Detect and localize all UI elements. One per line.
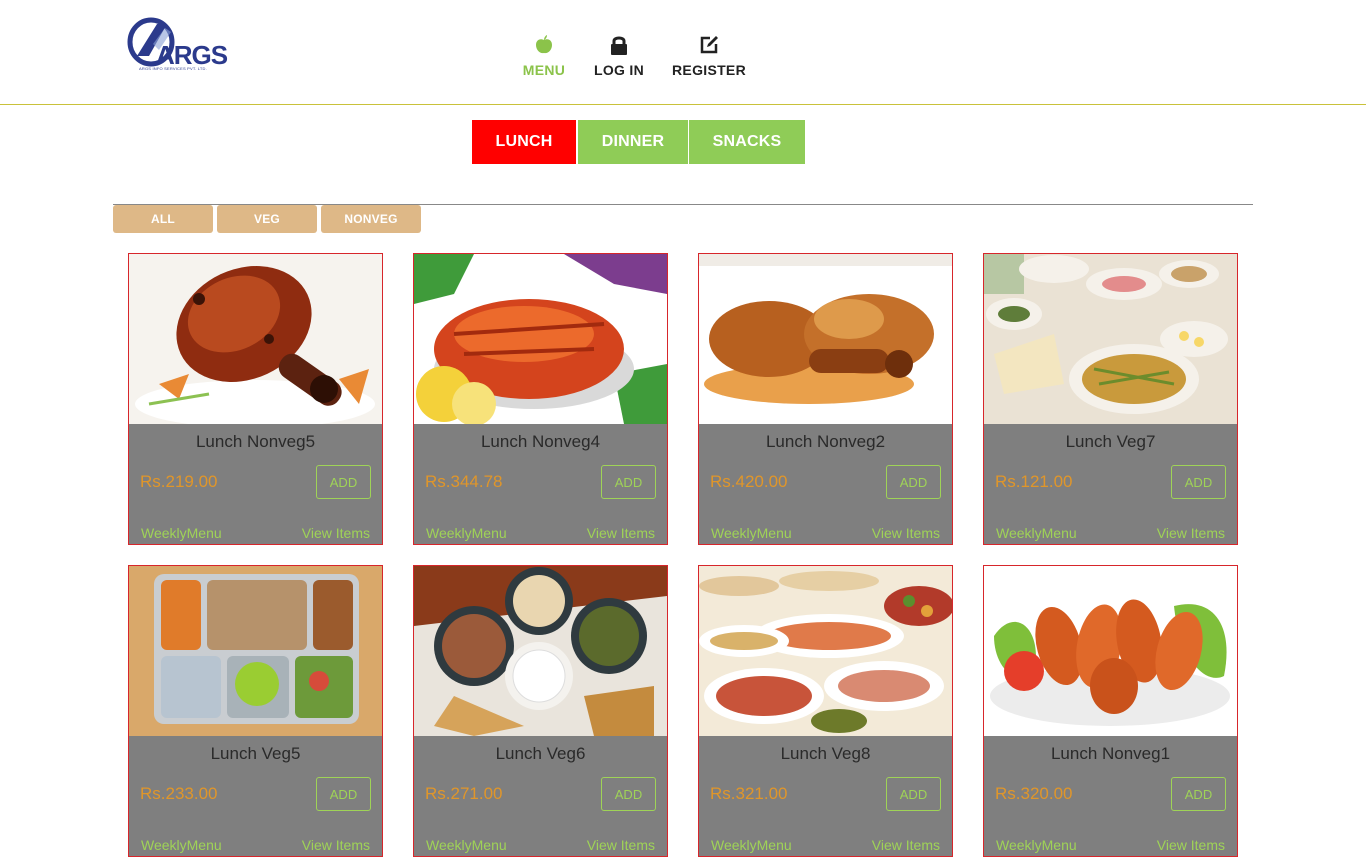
view-items-link[interactable]: View Items: [587, 525, 655, 541]
food-image-buffet: [984, 254, 1237, 424]
add-button[interactable]: ADD: [601, 777, 656, 811]
add-button[interactable]: ADD: [316, 465, 371, 499]
logo[interactable]: ARGS ARGS INFO SERVICES PVT. LTD.: [127, 14, 229, 74]
food-image-catering-spread: [699, 566, 952, 736]
menu-item-card: Lunch Nonveg4 Rs.344.78 ADD WeeklyMenu V…: [413, 253, 668, 545]
view-items-link[interactable]: View Items: [872, 837, 940, 853]
apple-icon: [533, 34, 555, 56]
food-image-lunch-tray: [129, 566, 382, 736]
nav-login[interactable]: LOG IN: [592, 34, 646, 84]
item-price: Rs.420.00: [710, 472, 788, 491]
food-image-tandoori-leg: [129, 254, 382, 424]
food-image-thali: [414, 566, 667, 736]
item-price: Rs.344.78: [425, 472, 503, 491]
site-header: ARGS ARGS INFO SERVICES PVT. LTD. MENU L…: [0, 0, 1366, 105]
tab-dinner[interactable]: DINNER: [578, 120, 688, 164]
menu-item-card: Lunch Veg5 Rs.233.00 ADD WeeklyMenu View…: [128, 565, 383, 857]
filter-veg-button[interactable]: VEG: [217, 205, 317, 233]
lock-icon: [608, 34, 630, 56]
weekly-menu-link[interactable]: WeeklyMenu: [141, 525, 222, 541]
food-image-tandoori-plate: [414, 254, 667, 424]
add-button[interactable]: ADD: [601, 465, 656, 499]
nav-register[interactable]: REGISTER: [672, 34, 746, 84]
menu-item-card: Lunch Veg6 Rs.271.00 ADD WeeklyMenu View…: [413, 565, 668, 857]
menu-item-card: Lunch Veg7 Rs.121.00 ADD WeeklyMenu View…: [983, 253, 1238, 545]
item-price: Rs.271.00: [425, 784, 503, 803]
view-items-link[interactable]: View Items: [587, 837, 655, 853]
item-price: Rs.219.00: [140, 472, 218, 491]
nav-menu-label: MENU: [522, 62, 566, 78]
nav-register-label: REGISTER: [672, 62, 746, 78]
weekly-menu-link[interactable]: WeeklyMenu: [141, 837, 222, 853]
item-price: Rs.320.00: [995, 784, 1073, 803]
filter-all-button[interactable]: ALL: [113, 205, 213, 233]
view-items-link[interactable]: View Items: [872, 525, 940, 541]
item-name: Lunch Veg8: [780, 744, 871, 763]
tab-snacks[interactable]: SNACKS: [689, 120, 805, 164]
tab-lunch[interactable]: LUNCH: [472, 120, 576, 164]
nav-login-label: LOG IN: [593, 62, 645, 78]
weekly-menu-link[interactable]: WeeklyMenu: [711, 525, 792, 541]
item-name: Lunch Veg5: [210, 744, 301, 763]
view-items-link[interactable]: View Items: [302, 525, 370, 541]
menu-item-card: Lunch Nonveg1 Rs.320.00 ADD WeeklyMenu V…: [983, 565, 1238, 857]
item-price: Rs.121.00: [995, 472, 1073, 491]
add-button[interactable]: ADD: [316, 777, 371, 811]
item-name: Lunch Veg6: [495, 744, 586, 763]
weekly-menu-link[interactable]: WeeklyMenu: [426, 837, 507, 853]
weekly-menu-link[interactable]: WeeklyMenu: [996, 837, 1077, 853]
menu-item-card: Lunch Veg8 Rs.321.00 ADD WeeklyMenu View…: [698, 565, 953, 857]
item-name: Lunch Veg7: [1065, 432, 1156, 451]
view-items-link[interactable]: View Items: [1157, 837, 1225, 853]
item-name: Lunch Nonveg4: [480, 432, 601, 451]
menu-item-card: Lunch Nonveg2 Rs.420.00 ADD WeeklyMenu V…: [698, 253, 953, 545]
item-price: Rs.321.00: [710, 784, 788, 803]
view-items-link[interactable]: View Items: [302, 837, 370, 853]
item-price: Rs.233.00: [140, 784, 218, 803]
food-image-chicken-drumsticks: [984, 566, 1237, 736]
weekly-menu-link[interactable]: WeeklyMenu: [996, 525, 1077, 541]
food-image-roast-chicken: [699, 254, 952, 424]
weekly-menu-link[interactable]: WeeklyMenu: [426, 525, 507, 541]
weekly-menu-link[interactable]: WeeklyMenu: [711, 837, 792, 853]
item-name: Lunch Nonveg1: [1050, 744, 1171, 763]
nav-menu[interactable]: MENU: [520, 34, 568, 84]
logo-subtext: ARGS INFO SERVICES PVT. LTD.: [139, 66, 207, 71]
item-name: Lunch Nonveg5: [195, 432, 316, 451]
add-button[interactable]: ADD: [886, 777, 941, 811]
add-button[interactable]: ADD: [1171, 465, 1226, 499]
add-button[interactable]: ADD: [886, 465, 941, 499]
menu-item-card: Lunch Nonveg5 Rs.219.00 ADD WeeklyMenu V…: [128, 253, 383, 545]
add-button[interactable]: ADD: [1171, 777, 1226, 811]
filter-nonveg-button[interactable]: NONVEG: [321, 205, 421, 233]
edit-icon: [698, 34, 720, 56]
item-name: Lunch Nonveg2: [765, 432, 886, 451]
view-items-link[interactable]: View Items: [1157, 525, 1225, 541]
